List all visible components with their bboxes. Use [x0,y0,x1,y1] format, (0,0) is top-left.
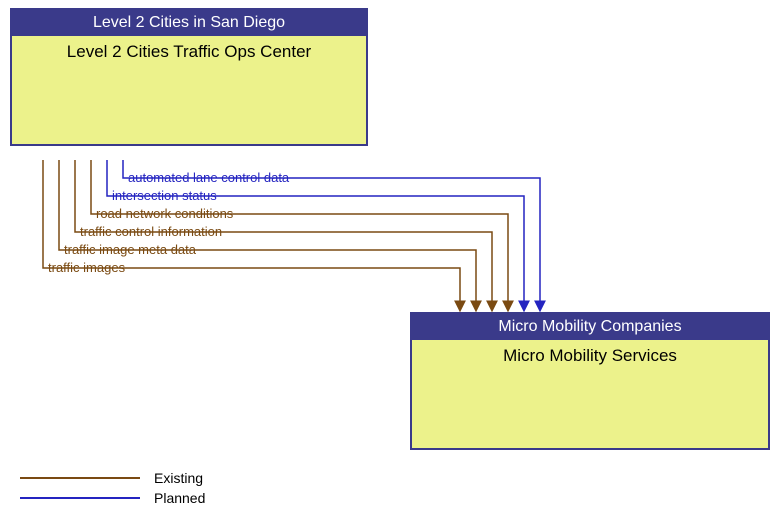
flow-label: road network conditions [96,206,233,221]
flow-label: intersection status [112,188,217,203]
legend-swatch-existing [20,477,140,479]
node-level2-cities-body: Level 2 Cities Traffic Ops Center [12,36,366,144]
legend-label-existing: Existing [154,470,203,486]
legend-row-planned: Planned [20,490,205,506]
node-level2-cities-header: Level 2 Cities in San Diego [12,10,366,36]
node-micro-mobility: Micro Mobility Companies Micro Mobility … [410,312,770,450]
flow-label: automated lane control data [128,170,289,185]
node-micro-mobility-header: Micro Mobility Companies [412,314,768,340]
legend-label-planned: Planned [154,490,205,506]
legend-row-existing: Existing [20,470,205,486]
legend: Existing Planned [20,470,205,510]
legend-swatch-planned [20,497,140,499]
node-level2-cities: Level 2 Cities in San Diego Level 2 Citi… [10,8,368,146]
flow-label: traffic image meta data [64,242,196,257]
flow-label: traffic images [48,260,125,275]
flow-label: traffic control information [80,224,222,239]
node-micro-mobility-body: Micro Mobility Services [412,340,768,448]
